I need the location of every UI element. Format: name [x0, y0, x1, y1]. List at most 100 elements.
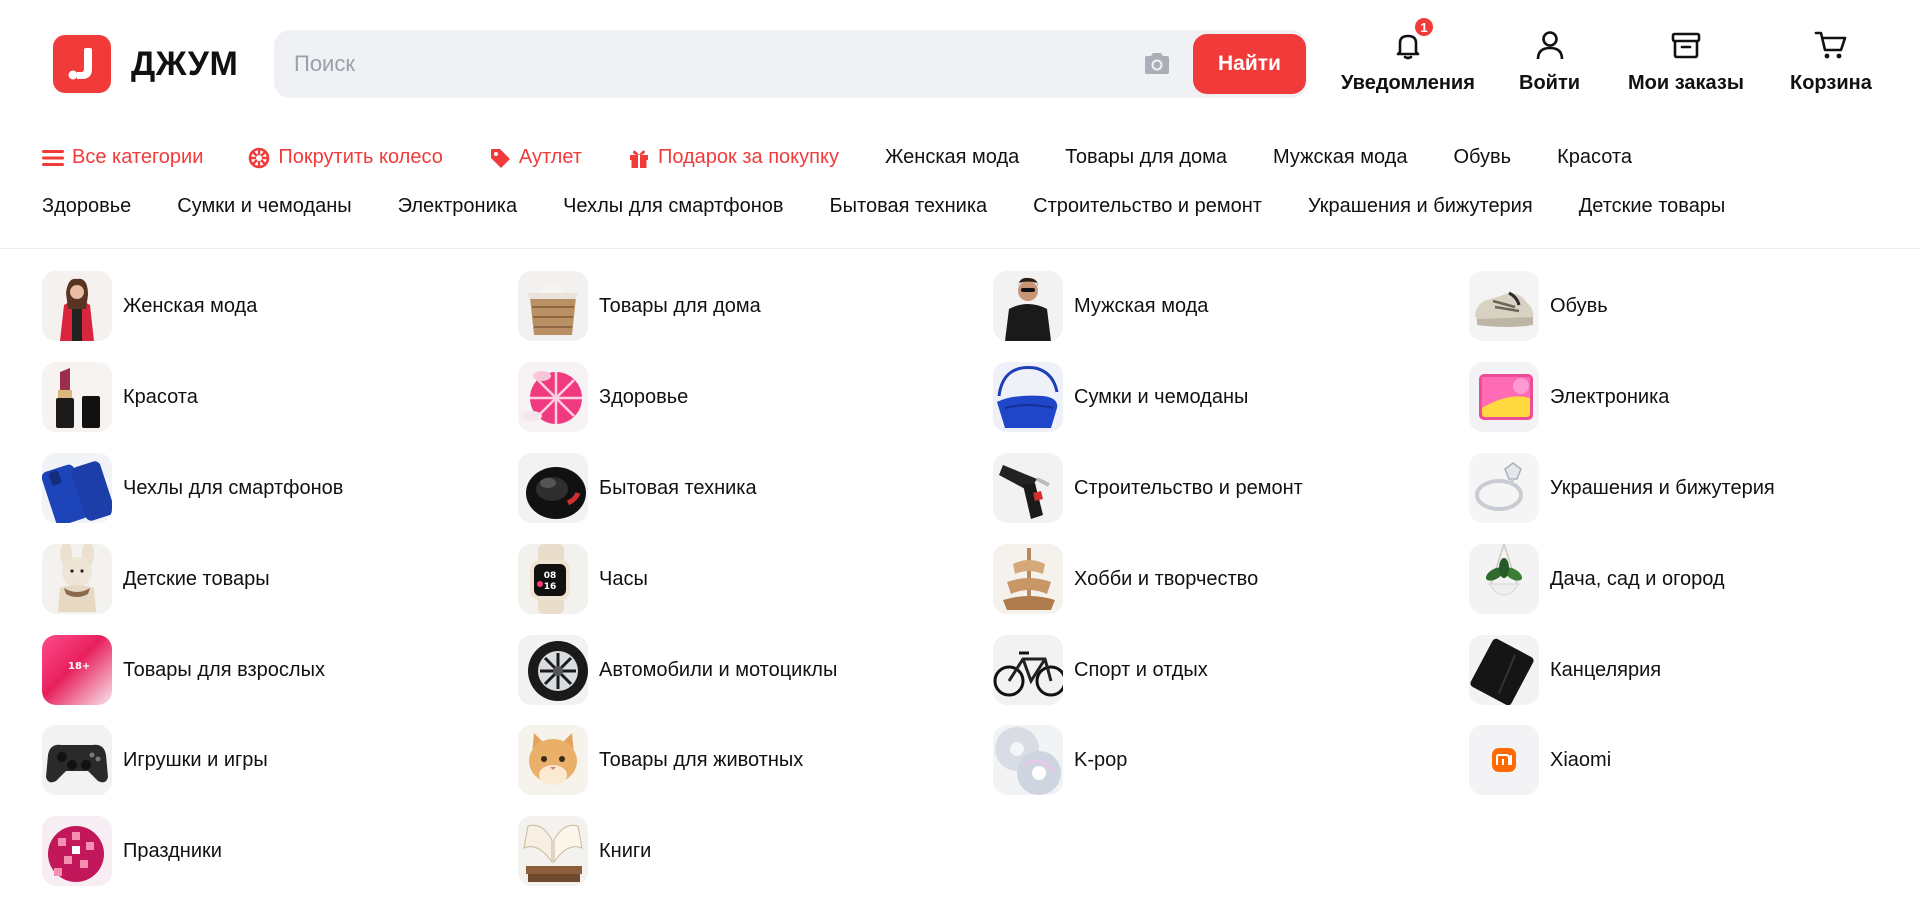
- nav-link-bags[interactable]: Сумки и чемоданы: [177, 195, 351, 218]
- brand-logo[interactable]: ДЖУМ: [53, 35, 238, 93]
- svg-text:08: 08: [544, 571, 557, 581]
- smartwatch-thumb-icon: 08 16: [518, 544, 588, 614]
- logo-mark-icon: [53, 35, 111, 93]
- category-item[interactable]: Сумки и чемоданы: [993, 362, 1248, 432]
- plush-toy-thumb-icon: [42, 544, 112, 614]
- search-bar: Найти: [274, 30, 1307, 98]
- sneaker-thumb-icon: [1469, 271, 1539, 341]
- spin-wheel-link[interactable]: Покрутить колесо: [248, 146, 443, 169]
- xiaomi-logo-thumb-icon: [1469, 725, 1539, 795]
- outlet-label: Аутлет: [518, 146, 582, 168]
- category-item[interactable]: 08 16 Часы: [518, 544, 648, 614]
- category-item[interactable]: Здоровье: [518, 362, 688, 432]
- category-item[interactable]: Дача, сад и огород: [1469, 544, 1725, 614]
- category-label: Обувь: [1550, 294, 1608, 317]
- category-item[interactable]: Товары для животных: [518, 725, 803, 795]
- notebook-thumb-icon: [1469, 635, 1539, 705]
- category-item[interactable]: Хобби и творчество: [993, 544, 1258, 614]
- cart-button[interactable]: Корзина: [1790, 28, 1872, 95]
- category-item[interactable]: Праздники: [42, 816, 222, 886]
- nav-link-construction[interactable]: Строительство и ремонт: [1033, 195, 1262, 218]
- category-item[interactable]: Обувь: [1469, 271, 1608, 341]
- search-input[interactable]: [294, 30, 1134, 98]
- category-label: Книги: [599, 839, 652, 862]
- category-item[interactable]: Детские товары: [42, 544, 270, 614]
- category-label: Женская мода: [123, 294, 258, 317]
- nav-link-health[interactable]: Здоровье: [42, 195, 131, 218]
- category-label: Товары для дома: [599, 294, 761, 317]
- category-label: Детские товары: [123, 567, 270, 590]
- category-label: Канцелярия: [1550, 658, 1662, 681]
- nav-link-home-goods[interactable]: Товары для дома: [1065, 146, 1227, 169]
- category-item[interactable]: Бытовая техника: [518, 453, 757, 523]
- category-item[interactable]: 18+ Товары для взрослых: [42, 635, 325, 705]
- notifications-label: Уведомления: [1341, 72, 1475, 94]
- tablet-thumb-icon: [1469, 362, 1539, 432]
- all-categories-label: Все категории: [72, 146, 204, 168]
- category-label: Электроника: [1550, 385, 1670, 408]
- category-label: Здоровье: [599, 385, 689, 408]
- category-item[interactable]: Мужская мода: [993, 271, 1208, 341]
- user-icon: [1533, 28, 1567, 62]
- woman-fashion-thumb-icon: [42, 271, 112, 341]
- category-label: Товары для взрослых: [123, 658, 325, 681]
- wooden-model-thumb-icon: [993, 544, 1063, 614]
- archive-box-icon: [1669, 28, 1703, 62]
- nav-link-jewelry[interactable]: Украшения и бижутерия: [1308, 195, 1533, 218]
- gamepad-thumb-icon: [42, 725, 112, 795]
- category-item[interactable]: Спорт и отдых: [993, 635, 1208, 705]
- category-item[interactable]: Игрушки и игры: [42, 725, 268, 795]
- nav-link-kids[interactable]: Детские товары: [1579, 195, 1726, 218]
- category-label: Красота: [123, 385, 198, 408]
- category-nav-row-2: Здоровье Сумки и чемоданы Электроника Че…: [42, 195, 1725, 218]
- category-label: Праздники: [123, 839, 222, 862]
- lipstick-thumb-icon: [42, 362, 112, 432]
- category-label: Спорт и отдых: [1074, 658, 1208, 681]
- notification-count-badge: 1: [1412, 16, 1435, 38]
- category-label: Часы: [599, 567, 648, 590]
- category-item[interactable]: Xiaomi: [1469, 725, 1611, 795]
- nav-link-appliances[interactable]: Бытовая техника: [830, 195, 988, 218]
- gift-link[interactable]: Подарок за покупку: [628, 146, 839, 169]
- hanging-plant-thumb-icon: [1469, 544, 1539, 614]
- category-label: Автомобили и мотоциклы: [599, 658, 838, 681]
- pill-box-thumb-icon: [518, 362, 588, 432]
- category-label: Украшения и бижутерия: [1550, 476, 1775, 499]
- category-item[interactable]: Украшения и бижутерия: [1469, 453, 1775, 523]
- login-label: Войти: [1519, 72, 1581, 94]
- category-label: Игрушки и игры: [123, 748, 268, 771]
- category-label: K-pop: [1074, 748, 1128, 771]
- category-label: Хобби и творчество: [1074, 567, 1259, 590]
- category-label: Мужская мода: [1074, 294, 1209, 317]
- wheel-icon: [248, 147, 270, 169]
- nav-link-beauty[interactable]: Красота: [1557, 146, 1632, 169]
- outlet-link[interactable]: Аутлет: [489, 146, 582, 169]
- camera-icon[interactable]: [1142, 50, 1172, 78]
- category-label: Чехлы для смартфонов: [123, 476, 344, 499]
- nav-link-electronics[interactable]: Электроника: [398, 195, 517, 218]
- hamburger-menu-icon: [42, 147, 64, 169]
- open-book-thumb-icon: [518, 816, 588, 886]
- orders-button[interactable]: Мои заказы: [1628, 28, 1744, 95]
- gift-label: Подарок за покупку: [657, 146, 839, 168]
- gift-icon: [628, 147, 650, 169]
- category-item[interactable]: Женская мода: [42, 271, 257, 341]
- nav-link-mens-fashion[interactable]: Мужская мода: [1273, 146, 1407, 169]
- category-item[interactable]: Красота: [42, 362, 198, 432]
- laundry-basket-thumb-icon: [518, 271, 588, 341]
- category-item[interactable]: Книги: [518, 816, 651, 886]
- nav-link-shoes[interactable]: Обувь: [1453, 146, 1511, 169]
- nav-link-phone-cases[interactable]: Чехлы для смартфонов: [563, 195, 783, 218]
- login-button[interactable]: Войти: [1519, 28, 1580, 95]
- category-item[interactable]: Чехлы для смартфонов: [42, 453, 343, 523]
- notifications-button[interactable]: 1 Уведомления: [1341, 16, 1475, 95]
- nav-link-womens-fashion[interactable]: Женская мода: [885, 146, 1019, 169]
- category-item[interactable]: Электроника: [1469, 362, 1669, 432]
- category-item[interactable]: Автомобили и мотоциклы: [518, 635, 837, 705]
- category-item[interactable]: Канцелярия: [1469, 635, 1661, 705]
- category-item[interactable]: K-pop: [993, 725, 1127, 795]
- category-item[interactable]: Товары для дома: [518, 271, 761, 341]
- search-button[interactable]: Найти: [1193, 34, 1306, 94]
- all-categories-button[interactable]: Все категории: [42, 146, 203, 169]
- category-item[interactable]: Строительство и ремонт: [993, 453, 1303, 523]
